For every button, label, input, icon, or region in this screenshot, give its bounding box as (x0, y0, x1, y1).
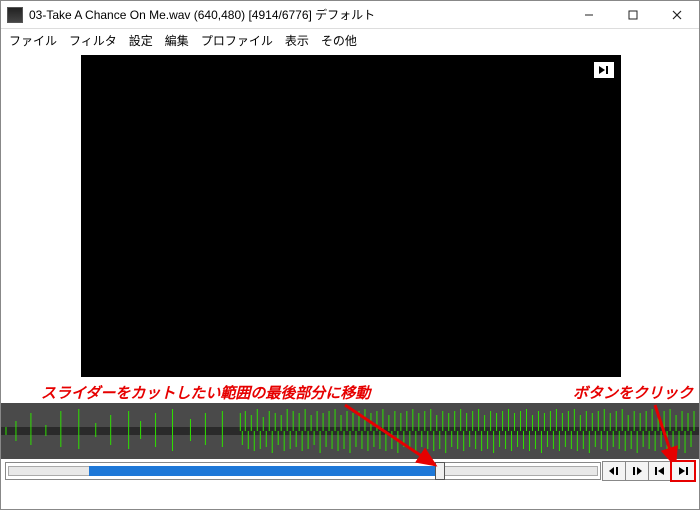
app-window: 03-Take A Chance On Me.wav (640,480) [49… (0, 0, 700, 510)
skip-start-icon (654, 466, 666, 476)
annotation-button-text: ボタンをクリック (573, 382, 693, 403)
menu-view[interactable]: 表示 (285, 32, 309, 49)
menu-other[interactable]: その他 (321, 32, 357, 49)
window-title: 03-Take A Chance On Me.wav (640,480) [49… (29, 6, 567, 23)
menu-settings[interactable]: 設定 (129, 32, 153, 49)
annotation-row: スライダーをカットしたい範囲の最後部分に移動 ボタンをクリック (1, 381, 699, 403)
skip-end-icon (598, 65, 610, 75)
step-forward-button[interactable] (625, 461, 649, 481)
selection-slider[interactable] (5, 462, 601, 480)
step-forward-icon (631, 466, 643, 476)
waveform-strip[interactable] (1, 403, 699, 459)
goto-end-overlay-button[interactable] (593, 61, 615, 79)
playback-controls-row (1, 459, 699, 483)
skip-end-icon (677, 466, 689, 476)
menu-profile[interactable]: プロファイル (201, 32, 273, 49)
step-back-icon (608, 466, 620, 476)
next-keyframe-button[interactable] (671, 461, 695, 481)
video-canvas (81, 55, 621, 377)
transport-buttons (603, 461, 695, 481)
waveform-svg (1, 403, 699, 459)
close-button[interactable] (655, 1, 699, 28)
menubar: ファイル フィルタ 設定 編集 プロファイル 表示 その他 (1, 29, 699, 51)
annotation-slider-text: スライダーをカットしたい範囲の最後部分に移動 (41, 382, 370, 403)
video-area (1, 51, 699, 381)
menu-file[interactable]: ファイル (9, 32, 57, 49)
prev-keyframe-button[interactable] (648, 461, 672, 481)
maximize-button[interactable] (611, 1, 655, 28)
titlebar: 03-Take A Chance On Me.wav (640,480) [49… (1, 1, 699, 29)
minimize-button[interactable] (567, 1, 611, 28)
window-controls (567, 1, 699, 28)
app-icon (7, 7, 23, 23)
menu-filter[interactable]: フィルタ (69, 32, 117, 49)
menu-edit[interactable]: 編集 (165, 32, 189, 49)
step-back-button[interactable] (602, 461, 626, 481)
